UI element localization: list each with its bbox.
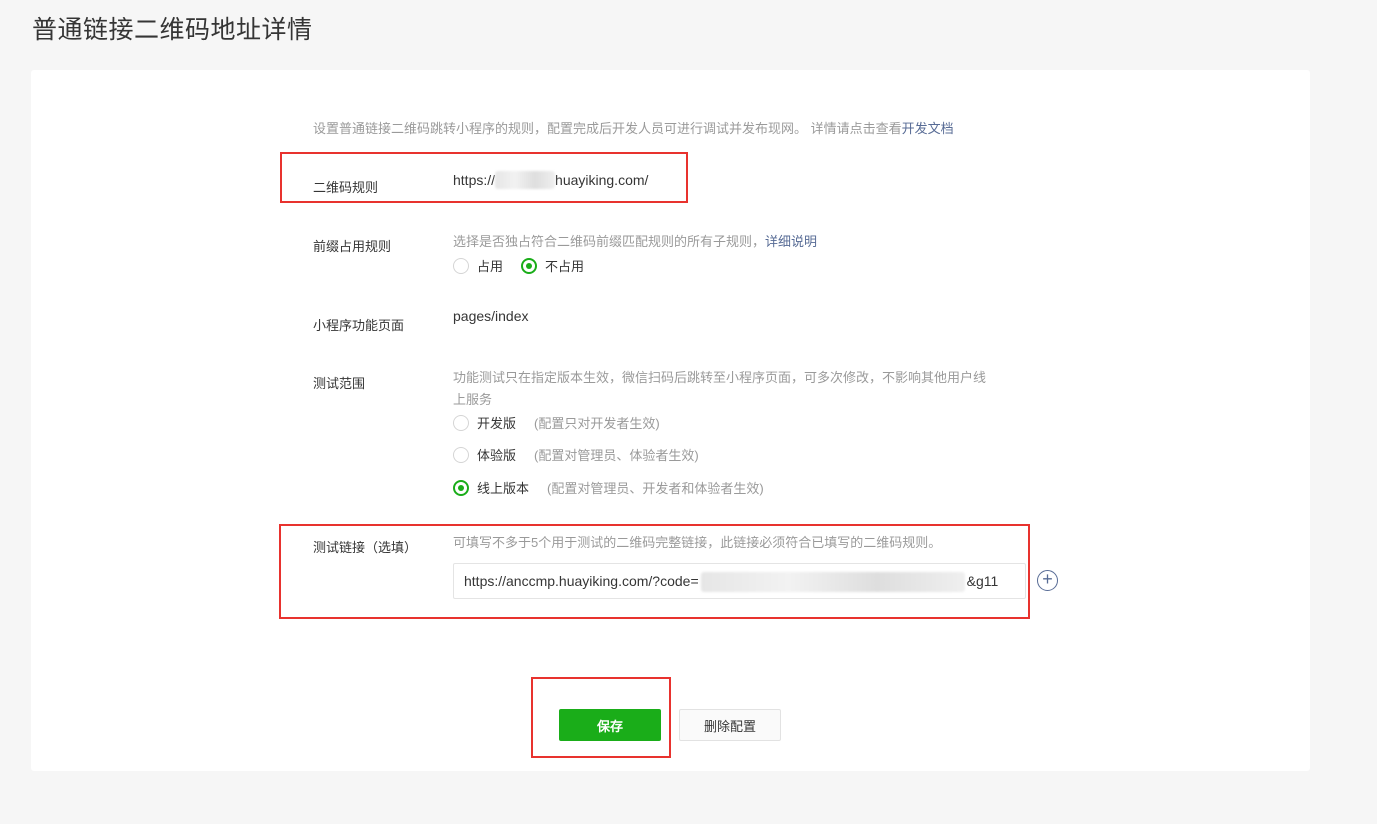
page-path-value: pages/index [453, 308, 529, 324]
redacted-block [495, 171, 556, 189]
delete-config-button[interactable]: 删除配置 [679, 709, 781, 741]
qr-rule-suffix: huayiking.com/ [555, 172, 649, 188]
test-link-prefix: https://anccmp.huayiking.com/?code= [464, 573, 699, 589]
radio-label: 线上版本 [477, 481, 530, 496]
redacted-block [700, 572, 965, 593]
qr-rule-label: 二维码规则 [313, 180, 379, 195]
radio-icon[interactable] [453, 257, 469, 274]
radio-note: (配置只对开发者生效) [534, 416, 660, 431]
radio-icon[interactable] [453, 446, 469, 463]
page-path-label: 小程序功能页面 [313, 318, 405, 333]
dev-docs-link[interactable]: 开发文档 [902, 121, 954, 136]
intro-description: 设置普通链接二维码跳转小程序的规则，配置完成后开发人员可进行调试并发布现网。 详… [313, 121, 902, 136]
test-scope-desc-line1: 功能测试只在指定版本生效，微信扫码后跳转至小程序页面，可多次修改，不影响其他用户… [453, 370, 987, 385]
qr-rule-value: https:// huayiking.com/ [453, 171, 648, 189]
radio-checked-icon[interactable] [521, 257, 538, 274]
prefix-rule-options: 占用 不占用 [453, 256, 602, 275]
test-scope-desc-line2: 上服务 [453, 392, 493, 407]
prefix-rule-desc: 选择是否独占符合二维码前缀匹配规则的所有子规则，详细说明 [453, 231, 817, 253]
test-scope-desc: 功能测试只在指定版本生效，微信扫码后跳转至小程序页面，可多次修改，不影响其他用户… [453, 367, 986, 411]
config-card [31, 70, 1310, 771]
test-link-suffix: &g11 [966, 573, 999, 589]
radio-option-not-occupy[interactable]: 不占用 [521, 256, 584, 275]
radio-option-dev[interactable]: 开发版 (配置只对开发者生效) [453, 413, 660, 432]
test-link-desc: 可填写不多于5个用于测试的二维码完整链接，此链接必须符合已填写的二维码规则。 [453, 535, 942, 550]
radio-option-online[interactable]: 线上版本 (配置对管理员、开发者和体验者生效) [453, 478, 764, 497]
radio-icon[interactable] [453, 414, 469, 431]
detail-link[interactable]: 详细说明 [765, 234, 817, 249]
test-link-input[interactable]: https://anccmp.huayiking.com/?code= &g11 [453, 563, 1026, 599]
prefix-rule-label: 前缀占用规则 [313, 239, 392, 254]
intro-text: 设置普通链接二维码跳转小程序的规则，配置完成后开发人员可进行调试并发布现网。 详… [313, 118, 954, 137]
test-link-label: 测试链接（选填） [313, 540, 418, 555]
prefix-rule-desc-text: 选择是否独占符合二维码前缀匹配规则的所有子规则， [453, 234, 766, 249]
radio-label: 占用 [477, 259, 504, 274]
radio-label: 体验版 [477, 448, 517, 463]
page-title: 普通链接二维码地址详情 [32, 16, 313, 44]
radio-option-trial[interactable]: 体验版 (配置对管理员、体验者生效) [453, 445, 699, 464]
radio-checked-icon[interactable] [453, 479, 469, 496]
save-button[interactable]: 保存 [559, 709, 661, 741]
test-scope-label: 测试范围 [313, 376, 366, 391]
radio-option-occupy[interactable]: 占用 [453, 256, 503, 275]
radio-label: 开发版 [477, 416, 517, 431]
plus-circle-icon[interactable]: + [1037, 570, 1058, 591]
radio-label: 不占用 [545, 259, 585, 274]
radio-note: (配置对管理员、体验者生效) [534, 448, 699, 463]
qr-rule-prefix: https:// [453, 172, 496, 188]
radio-note: (配置对管理员、开发者和体验者生效) [547, 481, 764, 496]
